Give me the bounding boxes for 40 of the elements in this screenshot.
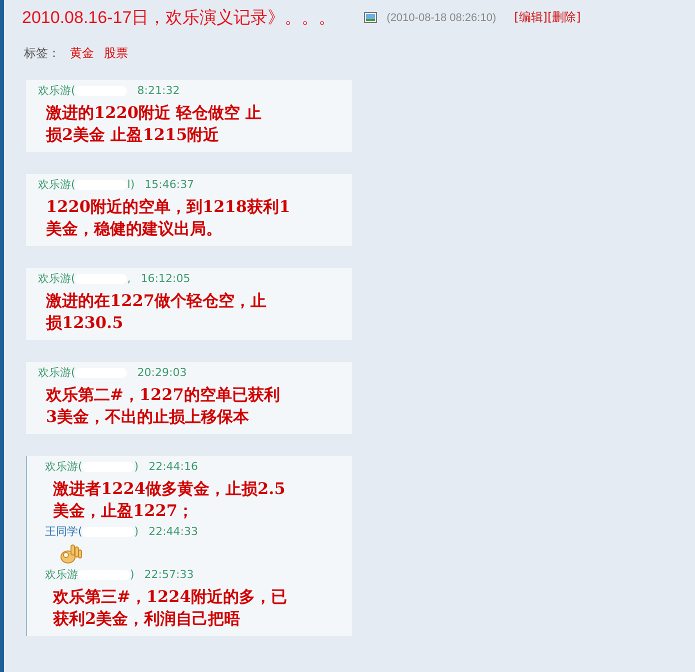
message-time: 15:46:37 xyxy=(144,178,194,191)
message-time: 22:44:33 xyxy=(148,525,198,538)
message-time: 22:57:33 xyxy=(144,568,194,581)
post-date: (2010-08-18 08:26:10) xyxy=(386,12,496,24)
message-time: 20:29:03 xyxy=(137,366,187,379)
message-text: 美金，稳健的建议出局。 xyxy=(46,218,223,240)
sender-name: 欢乐游( xyxy=(45,459,82,474)
message-text: 1220附近的空单，到1218获利1 xyxy=(46,196,292,218)
sender-name-end: , xyxy=(127,272,131,285)
message-text: 激进者1224做多黄金，止损2.5 xyxy=(53,478,286,500)
sender-name: 欢乐游( xyxy=(38,177,76,192)
sender-name: 欢乐游( xyxy=(38,365,76,380)
message-text: 欢乐第二#，1227的空单已获利 xyxy=(46,384,281,406)
action-link[interactable]: [编辑] xyxy=(514,9,548,26)
tag-link[interactable]: 黄金 xyxy=(70,45,94,62)
tags-label: 标签： xyxy=(24,45,60,62)
sender-name: 欢乐游( xyxy=(38,83,76,98)
sender-name: 欢乐游 xyxy=(45,567,78,582)
ok-hand-icon xyxy=(59,543,83,565)
message-text: 美金，止盈1227； xyxy=(53,500,195,522)
message-text: 损1230.5 xyxy=(46,312,124,334)
message-text: 激进的在1227做个轻仓空，止 xyxy=(46,290,268,312)
sender-name-end: ) xyxy=(134,460,139,473)
sender-name-end: ) xyxy=(130,568,134,581)
message-text: 激进的1220附近 轻仓做空 止 xyxy=(46,102,263,124)
message-time: 8:21:32 xyxy=(137,84,180,97)
sender-name-end: ) xyxy=(134,525,139,538)
tag-link[interactable]: 股票 xyxy=(104,45,128,62)
message-time: 16:12:05 xyxy=(140,272,190,285)
image-icon xyxy=(364,12,377,23)
sender-name-end: l) xyxy=(127,178,135,191)
message-text: 欢乐第三#，1224附近的多，已 xyxy=(53,586,288,608)
sender-name: 欢乐游( xyxy=(38,271,76,286)
message-text: 获利2美金，利润自己把晤 xyxy=(53,608,242,630)
message-text: 损2美金 止盈1215附近 xyxy=(46,124,220,146)
message-text: 3美金，不出的止损上移保本 xyxy=(46,406,250,428)
action-link[interactable]: [删除] xyxy=(548,9,581,26)
sender-name: 王同学( xyxy=(45,524,82,539)
message-time: 22:44:16 xyxy=(148,460,198,473)
post-title: 2010.08.16-17日，欢乐演义记录》。。。 xyxy=(22,7,336,29)
